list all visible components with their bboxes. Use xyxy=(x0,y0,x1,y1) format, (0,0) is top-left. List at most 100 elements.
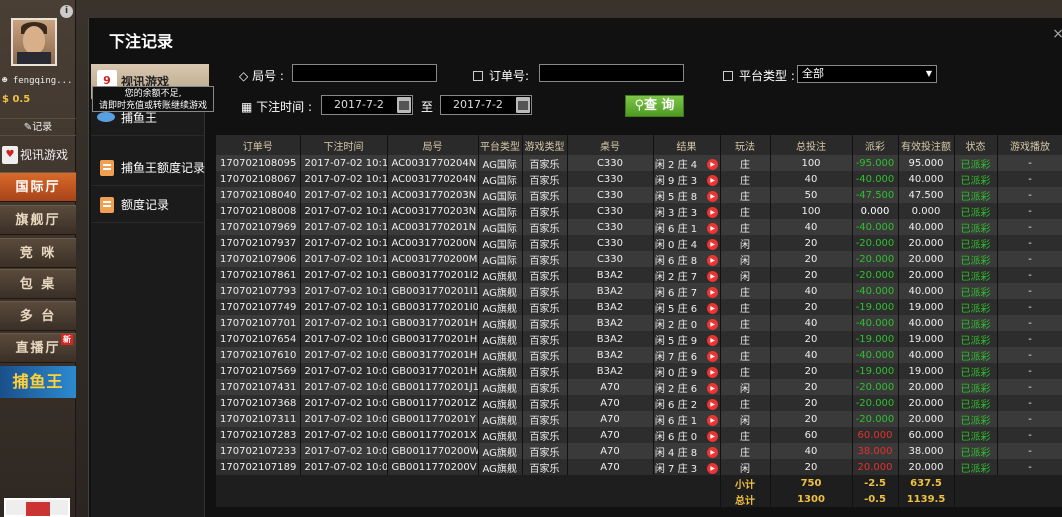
table-cell: 50 xyxy=(770,187,853,203)
table-cell: 47.500 xyxy=(898,187,955,203)
table-row[interactable]: 170702107569 2017-07-02 10:0 GB0031770201H… xyxy=(216,363,1062,379)
menu-item-credit-record[interactable]: 额度记录 xyxy=(91,187,205,223)
table-row[interactable]: 170702107969 2017-07-02 10:1 AC0031770201N… xyxy=(216,219,1062,235)
table-cell: 已派彩 xyxy=(954,283,998,299)
table-cell: - xyxy=(997,267,1062,283)
play-icon[interactable]: ▶ xyxy=(707,367,719,378)
result-text: 闲 2 庄 7 xyxy=(654,271,698,283)
table-row[interactable]: 170702107431 2017-07-02 10:0 GB0011770201J… xyxy=(216,379,1062,395)
info-icon[interactable]: i xyxy=(60,5,73,18)
table-row[interactable]: 170702108067 2017-07-02 10:1 AC0031770204N… xyxy=(216,171,1062,187)
order-input[interactable] xyxy=(539,64,684,82)
table-row[interactable]: 170702107906 2017-07-02 10:1 AC0031770200M… xyxy=(216,251,1062,267)
calendar-icon[interactable] xyxy=(397,97,411,113)
nav-squeeze[interactable]: 竞 咪 xyxy=(0,238,76,268)
play-icon[interactable]: ▶ xyxy=(707,271,719,282)
calendar-icon[interactable] xyxy=(516,97,530,113)
play-icon[interactable]: ▶ xyxy=(707,351,719,362)
table-row[interactable]: 170702107189 2017-07-02 10:0 GB0011770200V… xyxy=(216,459,1062,475)
table-cell: -20.000 xyxy=(852,379,899,395)
video-game-header[interactable]: ♥ 视讯游戏 xyxy=(0,140,76,170)
date-to-field[interactable]: 2017-7-2 xyxy=(440,95,532,115)
table-row[interactable]: 170702107749 2017-07-02 10:1 GB0031770201I… xyxy=(216,299,1062,315)
table-row[interactable]: 170702108095 2017-07-02 10:1 AC0031770204N… xyxy=(216,155,1062,171)
column-header: 平台类型 xyxy=(478,135,523,155)
table-cell: 百家乐 xyxy=(522,379,568,395)
avatar[interactable] xyxy=(11,18,57,66)
date-from-field[interactable]: 2017-7-2 xyxy=(321,95,413,115)
nav-international-hall[interactable]: 国际厅 xyxy=(0,172,76,202)
table-cell: 2017-07-02 10:0 xyxy=(300,331,388,347)
table-row[interactable]: 170702107311 2017-07-02 10:0 GB0011770201Y… xyxy=(216,411,1062,427)
play-icon[interactable]: ▶ xyxy=(707,383,719,394)
nav-multi-table[interactable]: 多 台 xyxy=(0,301,76,331)
play-icon[interactable]: ▶ xyxy=(707,223,719,234)
table-cell: 20 xyxy=(770,331,853,347)
date-to-value: 2017-7-2 xyxy=(453,98,503,111)
close-icon[interactable]: × xyxy=(1052,26,1062,42)
play-icon[interactable]: ▶ xyxy=(707,287,719,298)
table-row[interactable]: 170702107701 2017-07-02 10:1 GB0031770201H… xyxy=(216,315,1062,331)
play-icon[interactable]: ▶ xyxy=(707,191,719,202)
clipboard-icon xyxy=(473,71,483,81)
table-row[interactable]: 170702107861 2017-07-02 10:1 GB0031770201I… xyxy=(216,267,1062,283)
table-row[interactable]: 170702108040 2017-07-02 10:1 AC0031770203N… xyxy=(216,187,1062,203)
table-cell: 40.000 xyxy=(898,315,955,331)
table-cell: 20.000 xyxy=(898,235,955,251)
result-text: 闲 2 庄 4 xyxy=(654,159,698,171)
result-text: 闲 9 庄 3 xyxy=(654,175,698,187)
table-row[interactable]: 170702107233 2017-07-02 10:0 GB0011770200W… xyxy=(216,443,1062,459)
table-row[interactable]: 170702107654 2017-07-02 10:0 GB0031770201H… xyxy=(216,331,1062,347)
table-cell: 庄 xyxy=(720,219,771,235)
round-input[interactable] xyxy=(292,64,437,82)
table-cell: 20.000 xyxy=(898,267,955,283)
platform-select[interactable]: 全部 ▼ xyxy=(797,65,937,83)
table-cell: 170702107749 xyxy=(216,299,301,315)
table-cell: 庄 xyxy=(720,283,771,299)
play-icon[interactable]: ▶ xyxy=(707,431,719,442)
nav-vip-table[interactable]: 包 桌 xyxy=(0,269,76,299)
table-cell: AG旗舰 xyxy=(478,443,523,459)
play-icon[interactable]: ▶ xyxy=(707,447,719,458)
column-header: 桌号 xyxy=(567,135,654,155)
menu-item-fishing-credit-record[interactable]: 捕鱼王额度记录 xyxy=(91,150,205,186)
record-label: 记录 xyxy=(32,122,53,133)
table-cell: GB0011770201Y xyxy=(387,411,479,427)
play-icon[interactable]: ▶ xyxy=(707,319,719,330)
nav-live-hall[interactable]: 直播厅 新 xyxy=(0,333,76,363)
table-cell: -20.000 xyxy=(852,235,899,251)
play-icon[interactable]: ▶ xyxy=(707,175,719,186)
table-row[interactable]: 170702107610 2017-07-02 10:0 GB0031770201H… xyxy=(216,347,1062,363)
table-cell: 20.000 xyxy=(852,459,899,475)
table-cell: 庄 xyxy=(720,299,771,315)
table-cell: 百家乐 xyxy=(522,155,568,171)
play-icon[interactable]: ▶ xyxy=(707,207,719,218)
query-button[interactable]: ⚲查 询 xyxy=(625,95,684,117)
grand-total-total: 1300 xyxy=(770,491,853,507)
table-cell: 170702107937 xyxy=(216,235,301,251)
nav-flagship-hall[interactable]: 旗舰厅 xyxy=(0,205,76,235)
table-cell: 庄 xyxy=(720,155,771,171)
table-row[interactable]: 170702107793 2017-07-02 10:1 GB0031770201I… xyxy=(216,283,1062,299)
play-icon[interactable]: ▶ xyxy=(707,239,719,250)
play-icon[interactable]: ▶ xyxy=(707,303,719,314)
game-thumbnail[interactable] xyxy=(4,498,70,517)
table-row[interactable]: 170702107283 2017-07-02 10:0 GB0011770201X… xyxy=(216,427,1062,443)
play-icon[interactable]: ▶ xyxy=(707,159,719,170)
record-link[interactable]: ✎记录 xyxy=(0,118,76,136)
table-cell: 2017-07-02 10:0 xyxy=(300,427,388,443)
table-row[interactable]: 170702108008 2017-07-02 10:1 AC0031770203N… xyxy=(216,203,1062,219)
play-icon[interactable]: ▶ xyxy=(707,399,719,410)
play-icon[interactable]: ▶ xyxy=(707,335,719,346)
table-row[interactable]: 170702107368 2017-07-02 10:0 GB0011770201Z… xyxy=(216,395,1062,411)
table-cell: AG旗舰 xyxy=(478,331,523,347)
play-icon[interactable]: ▶ xyxy=(707,255,719,266)
play-icon[interactable]: ▶ xyxy=(707,463,719,474)
table-cell: AG旗舰 xyxy=(478,459,523,475)
table-cell: - xyxy=(997,251,1062,267)
fishing-king-banner[interactable]: 捕鱼王 xyxy=(0,366,76,398)
avatar-face xyxy=(23,26,45,54)
play-icon[interactable]: ▶ xyxy=(707,415,719,426)
table-row[interactable]: 170702107937 2017-07-02 10:1 AC0031770200N… xyxy=(216,235,1062,251)
video-label: 视讯游戏 xyxy=(20,148,69,162)
